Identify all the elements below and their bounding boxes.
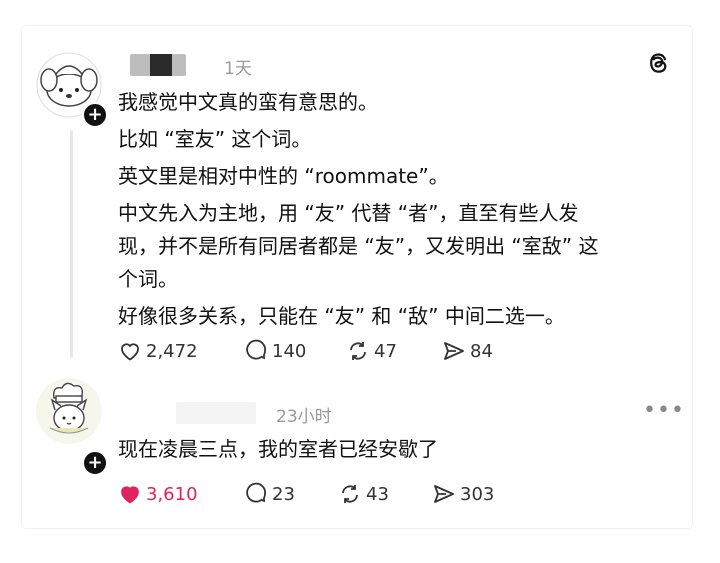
share-icon: [444, 342, 464, 360]
post-line: 中文先入为主地，用 “友” 代替 “者”，直至有些人发: [118, 201, 579, 225]
reply-button[interactable]: 140: [244, 339, 306, 363]
like-button[interactable]: 3,610: [118, 482, 198, 506]
post-line: 比如 “室友” 这个词。: [118, 127, 312, 151]
reply-button[interactable]: 23: [244, 482, 295, 506]
repost-icon: [342, 485, 358, 503]
thread-connector-line: [70, 130, 73, 358]
replier-name-redacted[interactable]: [176, 402, 256, 424]
post-line: 现，并不是所有同居者都是 “友”，又发明出 “室敌” 这: [118, 234, 599, 258]
comment-icon: [246, 482, 266, 503]
repost-icon: [350, 342, 366, 360]
threads-logo-icon[interactable]: [645, 50, 671, 76]
like-button[interactable]: 2,472: [118, 339, 198, 363]
heart-filled-icon: [121, 486, 139, 504]
reply-count: 23: [272, 483, 295, 505]
like-count: 2,472: [146, 340, 198, 362]
author-name-redacted[interactable]: [130, 54, 186, 76]
share-count: 84: [470, 340, 493, 362]
like-count: 3,610: [146, 483, 198, 505]
replier-avatar[interactable]: [36, 378, 102, 444]
repost-count: 47: [374, 340, 397, 362]
repost-button[interactable]: 47: [346, 339, 397, 363]
follow-plus-icon[interactable]: +: [82, 450, 108, 476]
comment-icon: [246, 339, 266, 360]
post-line: 英文里是相对中性的 “roommate”。: [118, 164, 449, 188]
chef-cat-avatar-icon: [37, 379, 101, 443]
reply-timestamp: 23小时: [276, 407, 332, 427]
post-line: 个词。: [118, 267, 178, 291]
more-icon[interactable]: •••: [643, 398, 685, 423]
share-icon: [434, 485, 454, 503]
repost-button[interactable]: 43: [338, 482, 389, 506]
share-button[interactable]: 84: [442, 339, 493, 363]
reply-body: 现在凌晨三点，我的室者已经安歇了: [118, 433, 678, 466]
post-actions: 2,472 140 47 84: [118, 339, 538, 369]
post-line: 好像很多关系，只能在 “友” 和 “敌” 中间二选一。: [118, 304, 565, 328]
repost-count: 43: [366, 483, 389, 505]
post-timestamp: 1天: [224, 59, 252, 79]
heart-icon: [121, 343, 139, 361]
share-button[interactable]: 303: [432, 482, 494, 506]
reply-count: 140: [272, 340, 307, 362]
post-body: 我感觉中文真的蛮有意思的。 比如 “室友” 这个词。 英文里是相对中性的 “ro…: [118, 86, 678, 333]
follow-plus-icon[interactable]: +: [82, 102, 108, 128]
reply-text: 现在凌晨三点，我的室者已经安歇了: [118, 437, 438, 461]
post-line: 我感觉中文真的蛮有意思的。: [118, 90, 378, 114]
share-count: 303: [460, 483, 495, 505]
reply-actions: 3,610 23 43 303: [118, 482, 538, 512]
